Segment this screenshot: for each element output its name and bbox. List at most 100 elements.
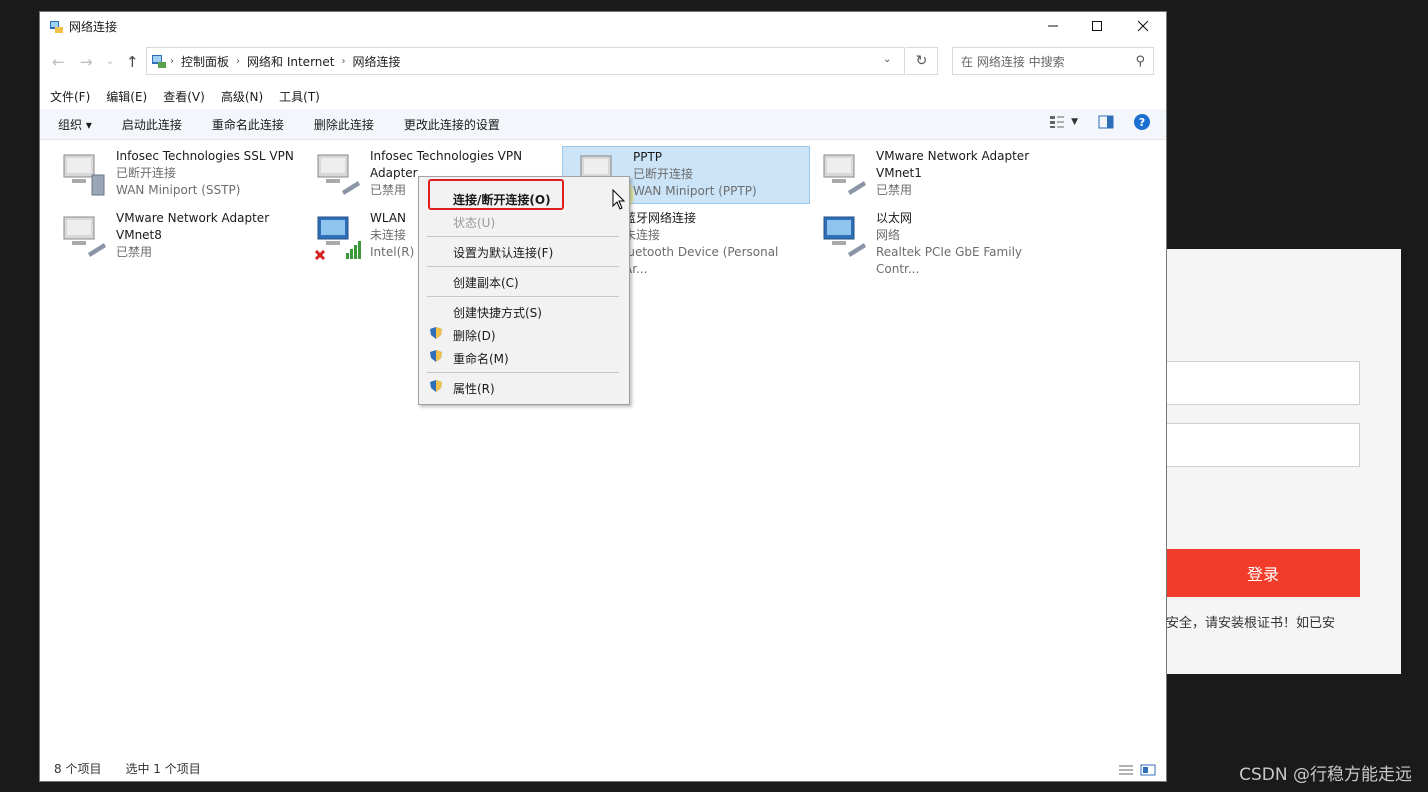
connection-status: 已禁用 <box>116 245 153 259</box>
context-menu: 连接/断开连接(O) 状态(U) 设置为默认连接(F) 创建副本(C) 创建快捷… <box>418 176 630 405</box>
title-bar: 网络连接 <box>40 12 1166 40</box>
tiles-view-icon[interactable] <box>1140 764 1156 776</box>
menu-file[interactable]: 文件(F) <box>50 88 90 105</box>
connection-name: Infosec Technologies SSL VPN <box>116 149 294 163</box>
connection-status: 已断开连接 <box>116 166 177 180</box>
background-username-field[interactable] <box>1166 361 1360 405</box>
view-controls: ▼ ? <box>1049 114 1150 130</box>
connection-status: 已禁用 <box>876 183 913 197</box>
delete-connection-button[interactable]: 删除此连接 <box>314 116 374 133</box>
close-icon <box>1137 20 1149 32</box>
background-login-button[interactable]: 登录 <box>1166 549 1360 597</box>
menu-divider <box>427 372 619 373</box>
network-adapter-icon <box>317 154 360 195</box>
menu-rename[interactable]: 重命名(M) <box>453 350 509 367</box>
status-bar: 8 个项目 选中 1 个项目 <box>54 760 225 777</box>
connection-name: VMware Network Adapter <box>116 211 270 225</box>
search-icon: ⚲ <box>1135 54 1145 69</box>
minimize-icon <box>1048 25 1058 27</box>
connection-name: 蓝牙网络连接 <box>624 211 697 225</box>
refresh-icon: ↻ <box>915 53 928 69</box>
menu-create-shortcut[interactable]: 创建快捷方式(S) <box>453 304 542 321</box>
menu-edit[interactable]: 编辑(E) <box>106 88 147 105</box>
change-settings-button[interactable]: 更改此连接的设置 <box>404 116 500 133</box>
item-count: 8 个项目 <box>54 762 102 776</box>
uac-shield-icon <box>430 380 442 392</box>
connection-name: VMware Network Adapter <box>876 149 1030 163</box>
minimize-button[interactable] <box>1030 12 1076 40</box>
vpn-connection-icon <box>63 154 105 196</box>
connection-name: Infosec Technologies VPN <box>370 149 523 163</box>
network-folder-icon <box>50 20 63 33</box>
connection-device: luetooth Device (Personal Ar... <box>624 245 779 276</box>
background-password-field[interactable] <box>1166 423 1360 467</box>
selected-count: 选中 1 个项目 <box>125 762 201 776</box>
wifi-adapter-icon <box>314 216 361 261</box>
control-panel-icon <box>152 55 166 68</box>
recent-dropdown-icon[interactable]: ⌄ <box>106 56 114 67</box>
menu-divider <box>427 236 619 237</box>
connection-name: 以太网 <box>876 211 913 225</box>
network-adapter-icon <box>823 154 866 195</box>
details-view-icon[interactable] <box>1118 764 1134 776</box>
background-cert-note: 安全，请安装根证书！如已安 <box>1166 616 1336 631</box>
preview-pane-icon[interactable] <box>1098 115 1114 129</box>
breadcrumb-separator-icon: › <box>341 55 346 67</box>
refresh-button[interactable]: ↻ <box>906 47 938 75</box>
forward-arrow-icon[interactable]: → <box>80 53 93 71</box>
breadcrumb-separator-icon: › <box>236 55 241 67</box>
connection-device: WAN Miniport (PPTP) <box>633 184 757 198</box>
view-dropdown-icon[interactable]: ▼ <box>1071 117 1078 127</box>
connection-item-ethernet[interactable]: 以太网 网络 Realtek PCIe GbE Family Contr... <box>806 208 1054 276</box>
maximize-icon <box>1092 21 1102 31</box>
connection-name: PPTP <box>633 150 663 164</box>
address-row: ← → ⌄ ↑ › 控制面板 › 网络和 Internet › 网络连接 ⌄ ↻… <box>40 47 1166 77</box>
annotation-highlight-box <box>428 179 564 210</box>
watermark: CSDN @行稳方能走远 <box>1239 765 1412 785</box>
connection-name-line2: VMnet1 <box>876 166 922 180</box>
menu-tools[interactable]: 工具(T) <box>279 88 320 105</box>
search-placeholder: 在 网络连接 中搜索 <box>961 54 1065 69</box>
menu-view[interactable]: 查看(V) <box>163 88 205 105</box>
connection-status: 网络 <box>876 228 901 242</box>
mouse-cursor-icon <box>612 189 626 210</box>
menu-status[interactable]: 状态(U) <box>453 214 495 231</box>
start-connection-button[interactable]: 启动此连接 <box>122 116 182 133</box>
menu-divider <box>427 296 619 297</box>
rename-connection-button[interactable]: 重命名此连接 <box>212 116 284 133</box>
connection-status: 已断开连接 <box>633 167 694 181</box>
menu-delete[interactable]: 删除(D) <box>453 327 496 344</box>
connection-status: 未连接 <box>624 228 661 242</box>
network-adapter-icon <box>63 216 106 257</box>
connection-item-vmnet8[interactable]: VMware Network Adapter VMnet8 已禁用 <box>46 208 294 266</box>
up-arrow-icon[interactable]: ↑ <box>126 53 139 71</box>
menu-set-default[interactable]: 设置为默认连接(F) <box>453 244 553 261</box>
menu-bar: 文件(F) 编辑(E) 查看(V) 高级(N) 工具(T) <box>50 88 336 105</box>
breadcrumb-network-internet[interactable]: 网络和 Internet <box>247 53 334 70</box>
organize-button[interactable]: 组织 ▾ <box>58 116 92 133</box>
menu-create-copy[interactable]: 创建副本(C) <box>453 274 519 291</box>
menu-divider <box>427 266 619 267</box>
help-icon[interactable]: ? <box>1134 114 1150 130</box>
command-bar: 组织 ▾ 启动此连接 重命名此连接 删除此连接 更改此连接的设置 ▼ ? <box>40 109 1166 140</box>
breadcrumb-network-connections[interactable]: 网络连接 <box>352 53 400 70</box>
address-bar[interactable]: › 控制面板 › 网络和 Internet › 网络连接 <box>146 47 905 75</box>
back-arrow-icon[interactable]: ← <box>52 53 65 71</box>
uac-shield-icon <box>430 327 442 339</box>
search-box[interactable]: 在 网络连接 中搜索 ⚲ <box>952 47 1154 75</box>
maximize-button[interactable] <box>1074 12 1120 40</box>
window-title: 网络连接 <box>69 19 118 34</box>
menu-advanced[interactable]: 高级(N) <box>221 88 263 105</box>
connection-device: WAN Miniport (SSTP) <box>116 183 241 197</box>
close-button[interactable] <box>1120 12 1166 40</box>
connection-item-sstp[interactable]: Infosec Technologies SSL VPN 已断开连接 WAN M… <box>46 146 294 204</box>
ethernet-adapter-icon <box>823 216 866 257</box>
connection-item-vmnet1[interactable]: VMware Network Adapter VMnet1 已禁用 <box>806 146 1054 204</box>
uac-shield-icon <box>430 350 442 362</box>
connection-name-line2: VMnet8 <box>116 228 162 242</box>
menu-properties[interactable]: 属性(R) <box>453 380 495 397</box>
change-view-icon[interactable] <box>1049 115 1065 129</box>
address-dropdown-icon[interactable]: ⌄ <box>883 54 891 65</box>
breadcrumb-separator-icon: › <box>170 55 174 67</box>
breadcrumb-control-panel[interactable]: 控制面板 <box>181 53 229 70</box>
